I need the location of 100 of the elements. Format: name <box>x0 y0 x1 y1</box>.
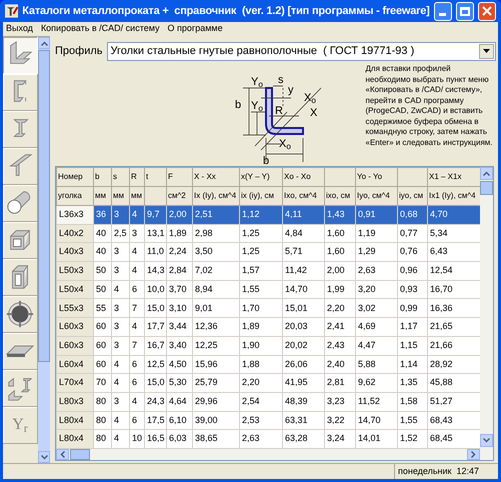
table-cell: 3,23 <box>324 392 356 412</box>
profile-type-button[interactable] <box>3 185 38 222</box>
table-cell: 12,5 <box>144 355 166 374</box>
table-cell: 1,14 <box>398 355 428 374</box>
profile-type-button[interactable] <box>3 148 38 185</box>
profile-type-button[interactable] <box>3 370 38 407</box>
profile-dropdown[interactable]: Уголки стальные гнутые равнополочные ( ГОСТ 19771-93 ) <box>106 42 496 60</box>
table-cell: 3,20 <box>356 280 398 299</box>
row-header[interactable]: L50x4 <box>56 280 94 299</box>
dimension-label: X$_{o}$ <box>304 93 316 104</box>
close-button[interactable] <box>478 2 496 20</box>
vertical-scrollbar[interactable] <box>38 37 50 463</box>
scroll-thumb[interactable] <box>70 448 90 460</box>
table-cell: 11,52 <box>356 392 398 412</box>
profile-type-button[interactable] <box>3 296 38 333</box>
profile-type-button[interactable] <box>3 259 38 296</box>
table-cell: 5,71 <box>282 242 324 262</box>
table-cell: 1,55 <box>398 411 428 430</box>
horizontal-scrollbar[interactable] <box>56 448 480 460</box>
row-header[interactable]: L55x3 <box>56 298 94 318</box>
table-cell: 1,60 <box>324 242 356 262</box>
row-header[interactable]: L70x4 <box>56 374 94 392</box>
row-header[interactable]: L80x4 <box>56 430 94 448</box>
table-cell: 0,93 <box>398 280 428 299</box>
dimension-label: Y$_{o}$ <box>250 101 263 112</box>
table-cell: 68,43 <box>428 411 480 430</box>
plate-icon <box>6 344 34 358</box>
table-cell: 5,30 <box>166 374 192 392</box>
maximize-button[interactable] <box>456 2 474 20</box>
table-cell: 1,90 <box>240 336 282 355</box>
column-header: x(Y – Y) <box>241 172 270 181</box>
scroll-left-button[interactable] <box>56 448 69 460</box>
dimension-label: X$_{o}$ <box>278 139 291 150</box>
table-cell: 1,89 <box>166 224 192 243</box>
table-cell: 15,01 <box>282 298 324 318</box>
scroll-down-button[interactable] <box>480 434 493 447</box>
table-cell: 63,31 <box>282 411 324 430</box>
column-header: мм <box>113 191 124 200</box>
row-header[interactable]: L60x3 <box>56 336 94 355</box>
row-header[interactable]: L50x3 <box>56 262 94 280</box>
menu-item[interactable]: Выход <box>6 22 33 36</box>
table-cell: 4,69 <box>356 318 398 336</box>
table-cell: 2,24 <box>166 242 192 262</box>
scroll-thumb[interactable] <box>38 50 50 362</box>
scroll-right-button[interactable] <box>467 448 480 460</box>
profile-type-button[interactable] <box>3 333 38 370</box>
table-cell: 16,36 <box>428 298 480 318</box>
table-cell: 4,11 <box>282 206 324 224</box>
table-cell: 2,43 <box>324 336 356 355</box>
row-header[interactable]: L80x3 <box>56 392 94 412</box>
row-header[interactable]: L60x3 <box>56 318 94 336</box>
table-cell: 3,44 <box>166 318 192 336</box>
table-cell: 14,70 <box>356 411 398 430</box>
table-cell: 0,68 <box>398 206 428 224</box>
table-scrollbar[interactable] <box>480 167 493 460</box>
table-cell: 4,84 <box>282 224 324 243</box>
table-cell: 15,0 <box>144 298 166 318</box>
table-cell: 68,45 <box>428 430 480 448</box>
table-cell: 2,81 <box>324 374 356 392</box>
table-cell: 41,95 <box>282 374 324 392</box>
table-cell: 1,12 <box>240 206 282 224</box>
table-cell: 2,51 <box>192 206 240 224</box>
scroll-up-button[interactable] <box>480 167 493 180</box>
round-bar-icon <box>5 299 35 329</box>
column-header: Xo - Xo <box>284 172 311 181</box>
column-header: уголка <box>58 191 82 200</box>
table-cell: 3,02 <box>356 298 398 318</box>
column-header: Ix1 (Iy), см^4 <box>429 191 476 200</box>
scroll-up-button[interactable] <box>38 37 50 49</box>
table-cell: 3,50 <box>192 242 240 262</box>
column-header: Ixo, см^4 <box>284 191 317 200</box>
table-cell: 6,43 <box>428 242 480 262</box>
scroll-thumb[interactable] <box>480 181 493 195</box>
profile-type-button[interactable] <box>3 222 38 259</box>
table-cell: 1,99 <box>324 280 356 299</box>
table-cell: 1,89 <box>240 318 282 336</box>
table-cell: 1,52 <box>398 430 428 448</box>
table-cell: 39,00 <box>192 411 240 430</box>
table-cell: 4,64 <box>166 392 192 412</box>
row-header[interactable]: L60x4 <box>56 355 94 374</box>
table-cell: 21,65 <box>428 318 480 336</box>
table-cell: 15,96 <box>192 355 240 374</box>
menu-item[interactable]: О программе <box>168 22 223 36</box>
table-cell: 16,5 <box>144 430 166 448</box>
profile-type-button[interactable] <box>3 111 38 148</box>
menu-item[interactable]: Копировать в /CAD/ систему <box>40 22 160 36</box>
window-title: Каталоги металлопроката + справочник (ver. 1.2) [тип программы - freeware] <box>22 4 430 19</box>
table-cell: 14,70 <box>282 280 324 299</box>
row-header[interactable]: L40x2 <box>56 224 94 243</box>
minimize-button[interactable] <box>434 2 452 20</box>
row-header[interactable]: L36x3 <box>56 206 94 224</box>
profile-type-button[interactable] <box>3 74 38 111</box>
table-cell: 10,0 <box>144 280 166 299</box>
table-cell: 26,06 <box>282 355 324 374</box>
row-header[interactable]: L80x4 <box>56 411 94 430</box>
table-cell: 2,63 <box>356 262 398 280</box>
scroll-down-button[interactable] <box>38 451 50 463</box>
table-cell: 11,0 <box>144 242 166 262</box>
table-cell: 12,54 <box>428 262 480 280</box>
row-header[interactable]: L40x3 <box>56 242 94 262</box>
